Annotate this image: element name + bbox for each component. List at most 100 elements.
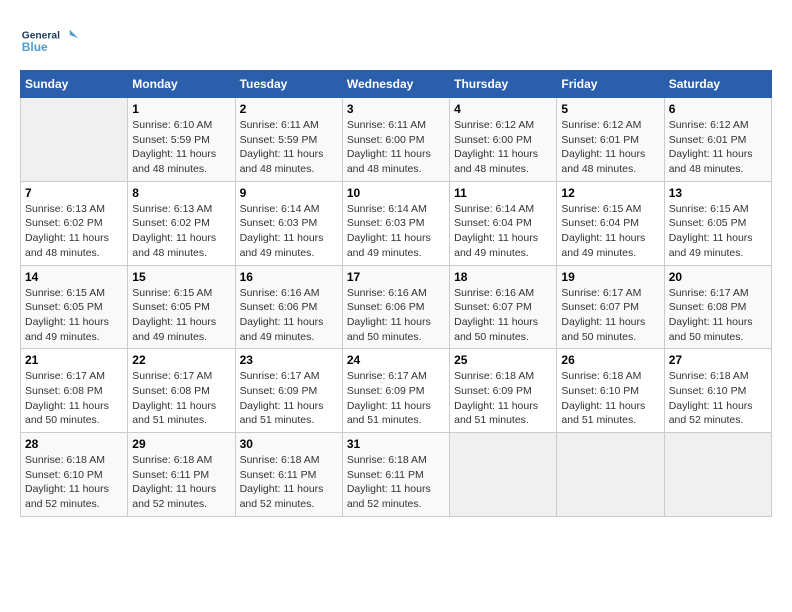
weekday-header-tuesday: Tuesday <box>235 71 342 98</box>
calendar-cell: 27 Sunrise: 6:18 AM Sunset: 6:10 PM Dayli… <box>664 349 771 433</box>
day-number: 15 <box>132 270 230 284</box>
day-number: 7 <box>25 186 123 200</box>
calendar-cell: 1 Sunrise: 6:10 AM Sunset: 5:59 PM Daylig… <box>128 98 235 182</box>
day-info: Sunrise: 6:10 AM Sunset: 5:59 PM Dayligh… <box>132 119 216 175</box>
day-number: 13 <box>669 186 767 200</box>
calendar-table: SundayMondayTuesdayWednesdayThursdayFrid… <box>20 70 772 517</box>
day-info: Sunrise: 6:14 AM Sunset: 6:03 PM Dayligh… <box>347 203 431 259</box>
weekday-header-monday: Monday <box>128 71 235 98</box>
day-number: 16 <box>240 270 338 284</box>
day-info: Sunrise: 6:13 AM Sunset: 6:02 PM Dayligh… <box>25 203 109 259</box>
day-number: 1 <box>132 102 230 116</box>
week-row-5: 28 Sunrise: 6:18 AM Sunset: 6:10 PM Dayli… <box>21 433 772 517</box>
day-number: 12 <box>561 186 659 200</box>
day-info: Sunrise: 6:12 AM Sunset: 6:01 PM Dayligh… <box>561 119 645 175</box>
day-number: 18 <box>454 270 552 284</box>
day-info: Sunrise: 6:18 AM Sunset: 6:10 PM Dayligh… <box>669 370 753 426</box>
day-number: 8 <box>132 186 230 200</box>
day-info: Sunrise: 6:15 AM Sunset: 6:04 PM Dayligh… <box>561 203 645 259</box>
calendar-cell <box>450 433 557 517</box>
weekday-header-wednesday: Wednesday <box>342 71 449 98</box>
day-info: Sunrise: 6:17 AM Sunset: 6:08 PM Dayligh… <box>25 370 109 426</box>
day-number: 14 <box>25 270 123 284</box>
day-info: Sunrise: 6:16 AM Sunset: 6:06 PM Dayligh… <box>347 287 431 343</box>
day-number: 22 <box>132 353 230 367</box>
day-number: 27 <box>669 353 767 367</box>
week-row-4: 21 Sunrise: 6:17 AM Sunset: 6:08 PM Dayli… <box>21 349 772 433</box>
day-number: 28 <box>25 437 123 451</box>
day-info: Sunrise: 6:17 AM Sunset: 6:07 PM Dayligh… <box>561 287 645 343</box>
day-info: Sunrise: 6:18 AM Sunset: 6:11 PM Dayligh… <box>347 454 431 510</box>
day-info: Sunrise: 6:13 AM Sunset: 6:02 PM Dayligh… <box>132 203 216 259</box>
weekday-header-row: SundayMondayTuesdayWednesdayThursdayFrid… <box>21 71 772 98</box>
day-info: Sunrise: 6:18 AM Sunset: 6:10 PM Dayligh… <box>561 370 645 426</box>
day-info: Sunrise: 6:16 AM Sunset: 6:07 PM Dayligh… <box>454 287 538 343</box>
calendar-cell: 20 Sunrise: 6:17 AM Sunset: 6:08 PM Dayli… <box>664 265 771 349</box>
calendar-cell: 18 Sunrise: 6:16 AM Sunset: 6:07 PM Dayli… <box>450 265 557 349</box>
day-number: 25 <box>454 353 552 367</box>
calendar-cell: 23Sunrise: 6:17 AM Sunset: 6:09 PM Dayli… <box>235 349 342 433</box>
calendar-cell: 26 Sunrise: 6:18 AM Sunset: 6:10 PM Dayli… <box>557 349 664 433</box>
day-info: Sunrise: 6:14 AM Sunset: 6:03 PM Dayligh… <box>240 203 324 259</box>
weekday-header-friday: Friday <box>557 71 664 98</box>
calendar-cell: 25 Sunrise: 6:18 AM Sunset: 6:09 PM Dayli… <box>450 349 557 433</box>
day-info: Sunrise: 6:14 AM Sunset: 6:04 PM Dayligh… <box>454 203 538 259</box>
week-row-1: 1 Sunrise: 6:10 AM Sunset: 5:59 PM Daylig… <box>21 98 772 182</box>
calendar-cell <box>664 433 771 517</box>
day-info: Sunrise: 6:18 AM Sunset: 6:10 PM Dayligh… <box>25 454 109 510</box>
day-info: Sunrise: 6:11 AM Sunset: 6:00 PM Dayligh… <box>347 119 431 175</box>
day-info: Sunrise: 6:17 AM Sunset: 6:09 PM Dayligh… <box>240 370 324 426</box>
day-number: 10 <box>347 186 445 200</box>
calendar-cell: 3Sunrise: 6:11 AM Sunset: 6:00 PM Daylig… <box>342 98 449 182</box>
day-info: Sunrise: 6:12 AM Sunset: 6:00 PM Dayligh… <box>454 119 538 175</box>
day-info: Sunrise: 6:11 AM Sunset: 5:59 PM Dayligh… <box>240 119 324 175</box>
week-row-2: 7 Sunrise: 6:13 AM Sunset: 6:02 PM Daylig… <box>21 181 772 265</box>
calendar-cell: 30 Sunrise: 6:18 AM Sunset: 6:11 PM Dayli… <box>235 433 342 517</box>
calendar-cell: 15Sunrise: 6:15 AM Sunset: 6:05 PM Dayli… <box>128 265 235 349</box>
calendar-cell: 31 Sunrise: 6:18 AM Sunset: 6:11 PM Dayli… <box>342 433 449 517</box>
calendar-cell: 24Sunrise: 6:17 AM Sunset: 6:09 PM Dayli… <box>342 349 449 433</box>
day-info: Sunrise: 6:15 AM Sunset: 6:05 PM Dayligh… <box>669 203 753 259</box>
day-number: 9 <box>240 186 338 200</box>
day-info: Sunrise: 6:18 AM Sunset: 6:11 PM Dayligh… <box>240 454 324 510</box>
day-number: 20 <box>669 270 767 284</box>
calendar-cell: 9 Sunrise: 6:14 AM Sunset: 6:03 PM Daylig… <box>235 181 342 265</box>
day-info: Sunrise: 6:12 AM Sunset: 6:01 PM Dayligh… <box>669 119 753 175</box>
day-number: 26 <box>561 353 659 367</box>
logo: General Blue <box>20 20 80 60</box>
calendar-cell: 5 Sunrise: 6:12 AM Sunset: 6:01 PM Daylig… <box>557 98 664 182</box>
calendar-cell: 12 Sunrise: 6:15 AM Sunset: 6:04 PM Dayli… <box>557 181 664 265</box>
calendar-cell: 22 Sunrise: 6:17 AM Sunset: 6:08 PM Dayli… <box>128 349 235 433</box>
day-info: Sunrise: 6:18 AM Sunset: 6:11 PM Dayligh… <box>132 454 216 510</box>
day-info: Sunrise: 6:17 AM Sunset: 6:08 PM Dayligh… <box>669 287 753 343</box>
svg-text:Blue: Blue <box>22 40 48 54</box>
calendar-cell: 16Sunrise: 6:16 AM Sunset: 6:06 PM Dayli… <box>235 265 342 349</box>
calendar-cell: 29 Sunrise: 6:18 AM Sunset: 6:11 PM Dayli… <box>128 433 235 517</box>
day-number: 6 <box>669 102 767 116</box>
calendar-cell: 17 Sunrise: 6:16 AM Sunset: 6:06 PM Dayli… <box>342 265 449 349</box>
calendar-cell: 28 Sunrise: 6:18 AM Sunset: 6:10 PM Dayli… <box>21 433 128 517</box>
calendar-cell: 2Sunrise: 6:11 AM Sunset: 5:59 PM Daylig… <box>235 98 342 182</box>
day-number: 30 <box>240 437 338 451</box>
calendar-cell: 19 Sunrise: 6:17 AM Sunset: 6:07 PM Dayli… <box>557 265 664 349</box>
week-row-3: 14 Sunrise: 6:15 AM Sunset: 6:05 PM Dayli… <box>21 265 772 349</box>
day-number: 29 <box>132 437 230 451</box>
calendar-cell: 14 Sunrise: 6:15 AM Sunset: 6:05 PM Dayli… <box>21 265 128 349</box>
day-number: 31 <box>347 437 445 451</box>
day-number: 21 <box>25 353 123 367</box>
weekday-header-saturday: Saturday <box>664 71 771 98</box>
calendar-cell: 7 Sunrise: 6:13 AM Sunset: 6:02 PM Daylig… <box>21 181 128 265</box>
day-number: 24 <box>347 353 445 367</box>
calendar-cell: 4Sunrise: 6:12 AM Sunset: 6:00 PM Daylig… <box>450 98 557 182</box>
day-number: 17 <box>347 270 445 284</box>
day-info: Sunrise: 6:17 AM Sunset: 6:08 PM Dayligh… <box>132 370 216 426</box>
weekday-header-thursday: Thursday <box>450 71 557 98</box>
day-info: Sunrise: 6:18 AM Sunset: 6:09 PM Dayligh… <box>454 370 538 426</box>
calendar-cell: 13 Sunrise: 6:15 AM Sunset: 6:05 PM Dayli… <box>664 181 771 265</box>
calendar-cell: 11Sunrise: 6:14 AM Sunset: 6:04 PM Dayli… <box>450 181 557 265</box>
day-number: 19 <box>561 270 659 284</box>
day-number: 5 <box>561 102 659 116</box>
day-info: Sunrise: 6:15 AM Sunset: 6:05 PM Dayligh… <box>25 287 109 343</box>
calendar-cell <box>557 433 664 517</box>
calendar-cell: 10 Sunrise: 6:14 AM Sunset: 6:03 PM Dayli… <box>342 181 449 265</box>
